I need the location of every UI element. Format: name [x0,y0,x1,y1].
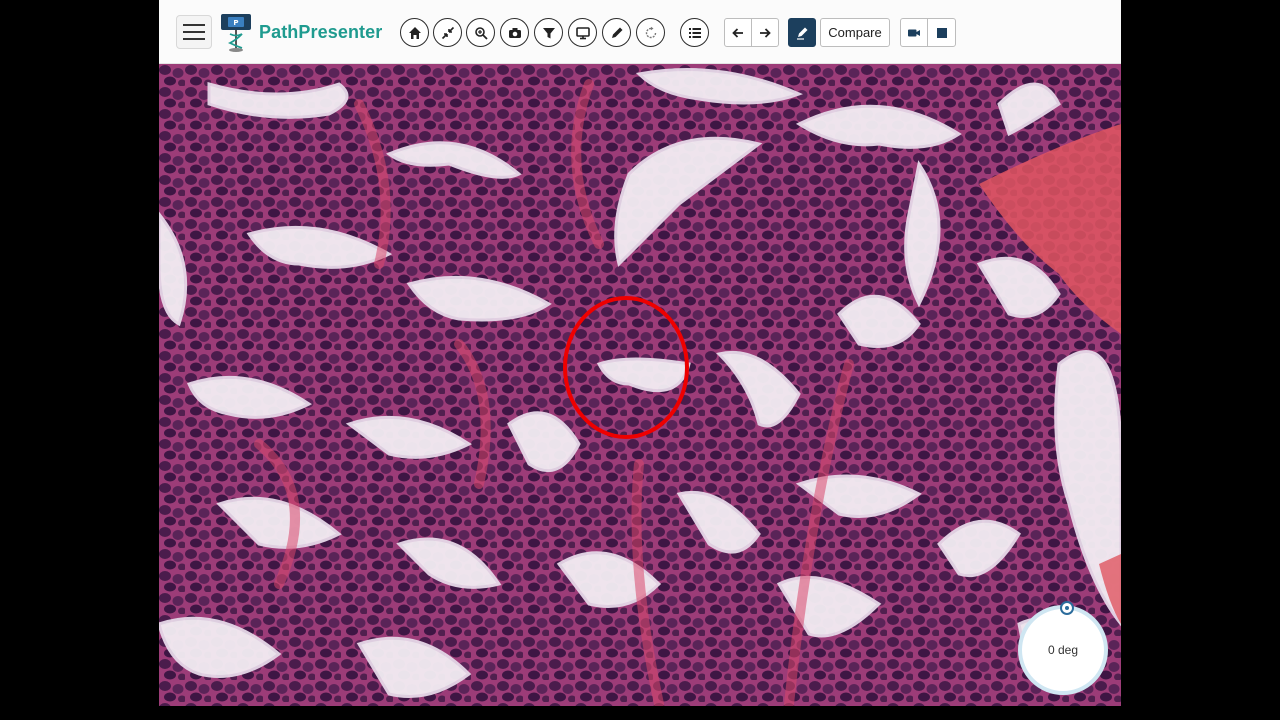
arrow-right-icon [760,27,771,38]
draw-button[interactable] [602,18,631,47]
slide-viewer[interactable]: 0 deg [159,64,1121,706]
annotation-circle[interactable] [563,296,689,439]
video-icon [908,29,920,36]
zoom-button[interactable] [466,18,495,47]
menu-button[interactable] [176,15,212,49]
menu-icon-bar [183,38,205,40]
menu-icon-bar [183,31,205,33]
camera-icon [508,27,521,38]
toolbar: P PathPresenter Compare [159,0,1121,64]
collapse-icon [441,26,454,39]
menu-icon [183,24,205,26]
rotate-icon [645,26,656,38]
rotate-button[interactable] [636,18,665,47]
home-icon [408,26,421,39]
svg-text:P: P [233,19,238,27]
compare-button[interactable]: Compare [820,18,890,47]
stop-icon [936,27,947,38]
stop-button[interactable] [927,18,956,47]
brand-logo: P PathPresenter [219,12,382,52]
home-button[interactable] [400,18,429,47]
rotation-dial[interactable]: 0 deg [1018,601,1108,695]
app-window: P PathPresenter Compare 0 deg [159,0,1121,706]
previous-button[interactable] [724,18,752,47]
present-button[interactable] [568,18,597,47]
annotate-icon [797,27,808,40]
screenshot-button[interactable] [500,18,529,47]
monitor-icon [575,26,590,39]
record-button[interactable] [900,18,928,47]
filter-icon [542,27,555,38]
brand-name: PathPresenter [259,21,383,42]
rotation-handle[interactable] [1060,601,1074,615]
pencil-icon [611,27,622,38]
list-icon [688,27,701,38]
next-button[interactable] [751,18,779,47]
rotation-label: 0 deg [1047,643,1079,657]
logo-icon: P [221,14,251,52]
zoom-icon [474,26,488,40]
slide-list-button[interactable] [680,18,709,47]
collapse-button[interactable] [433,18,462,47]
annotate-button[interactable] [788,18,816,47]
filter-button[interactable] [534,18,563,47]
arrow-left-icon [732,27,743,38]
